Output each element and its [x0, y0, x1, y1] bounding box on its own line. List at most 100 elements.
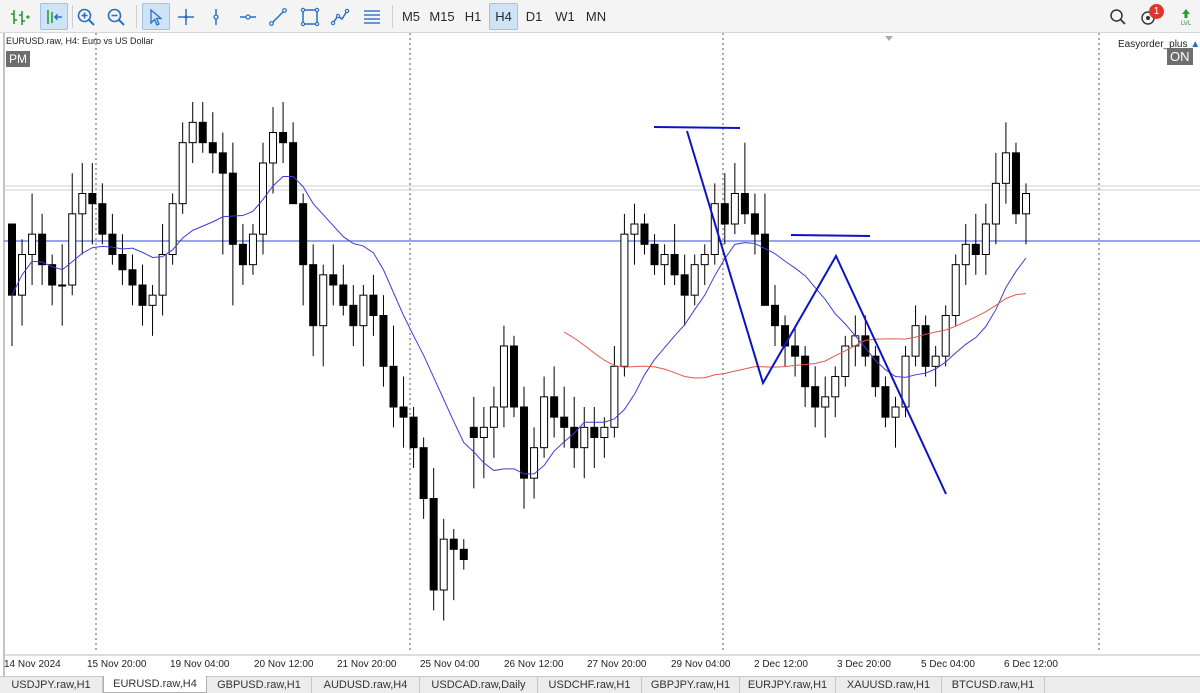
notification-badge: 1 [1149, 4, 1164, 19]
candle-body [600, 426, 609, 439]
trend-line-icon[interactable] [264, 3, 292, 30]
zoom-in-icon[interactable] [72, 3, 100, 30]
candle-body [740, 193, 749, 215]
candle-body [198, 121, 207, 144]
candle-body [78, 193, 87, 215]
chart-bars-icon[interactable] [6, 3, 34, 30]
tab-xauusd-h1[interactable]: XAUUSD.raw,H1 [836, 677, 942, 693]
candle-body [439, 538, 448, 591]
timeframe-m15[interactable]: M15 [427, 3, 457, 30]
candle-body [650, 243, 659, 266]
tab-audusd-h4[interactable]: AUDUSD.raw,H4 [312, 677, 420, 693]
x-tick-label: 27 Nov 20:00 [587, 659, 647, 670]
rectangle-icon[interactable] [296, 3, 324, 30]
tab-eurusd-h4[interactable]: EURUSD.raw,H4 [103, 676, 207, 693]
candle-body [319, 274, 328, 327]
signal-level-icon[interactable]: LVL [1172, 3, 1200, 30]
autoscroll-icon[interactable] [40, 3, 68, 30]
crosshair-icon[interactable] [172, 3, 200, 30]
tab-usdcad-daily[interactable]: USDCAD.raw,Daily [420, 677, 538, 693]
timeframe-h4[interactable]: H4 [489, 3, 518, 30]
tab-gbpjpy-h1[interactable]: GBPJPY.raw,H1 [642, 677, 740, 693]
session-label: PM [6, 51, 30, 67]
x-tick-label: 29 Nov 04:00 [671, 659, 731, 670]
timeframe-m5[interactable]: M5 [397, 3, 425, 30]
candle-body [560, 416, 569, 428]
candle-body [58, 284, 67, 287]
candle-body [981, 223, 990, 255]
candle-body [801, 355, 810, 388]
x-tick-label: 21 Nov 20:00 [337, 659, 397, 670]
candle-body [128, 269, 137, 286]
x-tick-label: 6 Dec 12:00 [1004, 659, 1058, 670]
price-chart[interactable]: 14 Nov 2024 15 Nov 20:00 19 Nov 04:00 20 No… [0, 33, 1200, 676]
candle-body [88, 193, 97, 205]
horizontal-line-icon[interactable] [234, 3, 262, 30]
candle-body [459, 548, 468, 560]
x-tick-label: 14 Nov 2024 [4, 659, 61, 670]
candle-body [670, 254, 679, 276]
fibonacci-icon[interactable] [358, 3, 386, 30]
scroll-marker [885, 36, 893, 41]
timeframe-d1[interactable]: D1 [520, 3, 548, 30]
candle-body [720, 203, 729, 225]
candle-body [831, 376, 840, 398]
tab-usdjpy-h1[interactable]: USDJPY.raw,H1 [0, 677, 103, 693]
candle-body [1022, 193, 1030, 215]
candle-body [138, 284, 147, 306]
x-tick-label: 26 Nov 12:00 [504, 659, 564, 670]
candle-body [369, 294, 378, 316]
candle-body [489, 406, 498, 428]
x-tick-label: 3 Dec 20:00 [837, 659, 891, 670]
candle-body [700, 254, 709, 266]
candle-body [258, 162, 267, 235]
chart-symbol-title: EURUSD.raw, H4: Euro vs US Dollar [6, 36, 154, 46]
zoom-out-icon[interactable] [102, 3, 130, 30]
ea-status[interactable]: ON [1167, 48, 1193, 65]
search-icon[interactable] [1104, 3, 1132, 30]
x-tick-label: 25 Nov 04:00 [420, 659, 480, 670]
candle-body [479, 426, 488, 439]
candle-body [449, 538, 458, 550]
drawing-neckline [790, 234, 871, 237]
candle-body [279, 132, 288, 144]
cursor-icon[interactable] [142, 3, 170, 30]
candle-body [218, 152, 227, 174]
candle-body [891, 406, 900, 418]
polyline-icon[interactable] [326, 3, 354, 30]
candle-body [118, 254, 127, 271]
timeframe-h1[interactable]: H1 [459, 3, 487, 30]
svg-text:LVL: LVL [1181, 20, 1192, 27]
candle-body [911, 325, 920, 357]
x-tick-label: 19 Nov 04:00 [170, 659, 230, 670]
timeframe-w1[interactable]: W1 [550, 3, 580, 30]
candle-body [760, 233, 769, 306]
candle-body [630, 223, 639, 235]
candle-body [419, 447, 428, 499]
candle-body [941, 315, 950, 357]
vertical-line-icon[interactable] [202, 3, 230, 30]
candle-body [379, 315, 388, 367]
candle-body [660, 254, 669, 266]
candle-body [228, 172, 237, 245]
candle-body [389, 365, 398, 408]
candle-body [861, 335, 870, 357]
candle-body [771, 304, 780, 327]
tab-btcusd-h1[interactable]: BTCUSD.raw,H1 [942, 677, 1045, 693]
candle-body [188, 121, 197, 144]
tab-gbpusd-h1[interactable]: GBPUSD.raw,H1 [207, 677, 312, 693]
drawing-resistance-line [653, 126, 741, 129]
candle-body [881, 386, 890, 418]
chart-area[interactable]: 14 Nov 2024 15 Nov 20:00 19 Nov 04:00 20 No… [0, 33, 1200, 676]
timeframe-mn[interactable]: MN [582, 3, 610, 30]
tab-eurjpy-h1[interactable]: EURJPY.raw,H1 [740, 677, 836, 693]
candle-body [680, 274, 689, 296]
ma-fast-line [11, 176, 1027, 475]
tab-usdchf-h1[interactable]: USDCHF.raw,H1 [538, 677, 642, 693]
x-tick-label: 15 Nov 20:00 [87, 659, 147, 670]
candle-body [931, 355, 940, 367]
candle-body [580, 426, 589, 449]
candle-body [620, 233, 629, 367]
candle-body [289, 142, 298, 205]
candle-body [178, 142, 187, 205]
